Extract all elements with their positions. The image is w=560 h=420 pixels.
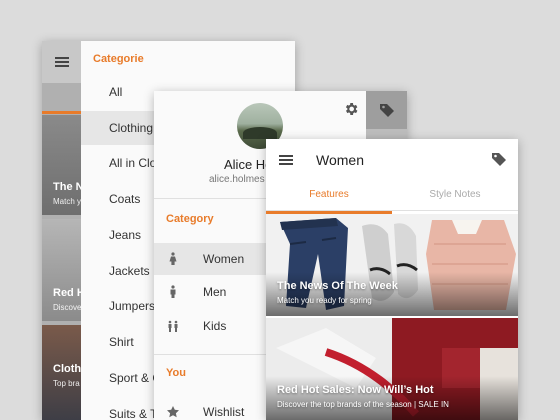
nav-item-label: Women [203, 252, 245, 266]
card-subtitle: Top bra [53, 379, 80, 388]
star-icon [167, 406, 179, 418]
tab-bar: Features Style Notes [266, 181, 518, 211]
feed-card[interactable]: Clothi Top bra [42, 325, 85, 420]
menu-icon[interactable] [279, 155, 293, 165]
card-title: Clothi [53, 363, 85, 375]
woman-icon [169, 252, 177, 265]
card-subtitle: Discove [53, 303, 82, 312]
tab-indicator [42, 111, 81, 114]
background-feed: The N Match y Red H Discove Clothi Top b… [42, 41, 85, 420]
nav-item-label: Men [203, 285, 227, 299]
tag-icon[interactable] [491, 151, 507, 167]
tag-icon[interactable] [379, 102, 395, 118]
card-title: The N [53, 181, 84, 193]
tab-features[interactable]: Features [266, 181, 392, 211]
card-subtitle: Discover the top brands of the season | … [277, 400, 449, 409]
nav-item-label: Kids [203, 319, 227, 333]
page-title: Women [316, 152, 364, 168]
card-title: The News Of The Week [277, 280, 398, 292]
section-header: Categorie [93, 53, 144, 65]
card-subtitle: Match you ready for spring [277, 296, 372, 305]
man-icon [170, 285, 176, 298]
card-scrim [266, 272, 518, 316]
card-title: Red Hot Sales: Now Will’s Hot [277, 384, 434, 396]
app-bar [366, 91, 407, 129]
card-subtitle: Match y [53, 197, 82, 206]
feed-card[interactable]: Red H Discove [42, 219, 85, 321]
tab-style-notes[interactable]: Style Notes [392, 181, 518, 211]
gear-icon[interactable] [343, 101, 359, 117]
card-title: Red H [53, 287, 85, 299]
app-bar [42, 41, 81, 83]
app-bar: Women [266, 139, 518, 181]
card-scrim [266, 376, 518, 420]
feed-card[interactable]: Red Hot Sales: Now Will’s Hot Discover t… [266, 318, 518, 420]
feed-card[interactable]: The N Match y [42, 115, 84, 215]
nav-item-label: Wishlist [203, 405, 245, 419]
menu-icon[interactable] [55, 57, 69, 67]
kids-icon [168, 320, 178, 332]
section-header-category: Category [166, 213, 214, 225]
women-feed-screen: Women Features Style Notes The News Of T… [266, 139, 518, 420]
user-email: alice.holmes [209, 174, 265, 185]
section-header-you: You [166, 367, 186, 379]
feed-card[interactable]: The News Of The Week Match you ready for… [266, 214, 518, 316]
